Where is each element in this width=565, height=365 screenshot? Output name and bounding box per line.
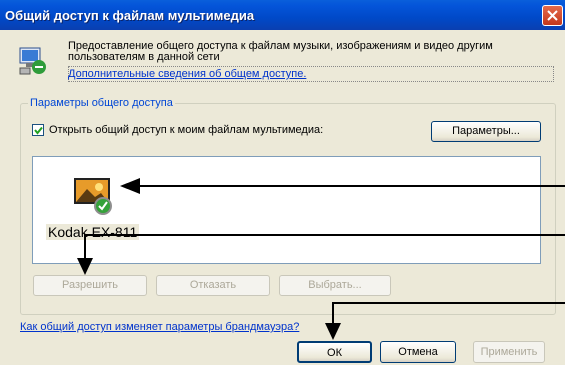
arrow-to-allow-button: [77, 234, 565, 275]
arrow-to-device-icon: [120, 178, 565, 194]
annotation-arrows: [77, 178, 565, 340]
arrow-to-ok-button: [325, 302, 565, 340]
